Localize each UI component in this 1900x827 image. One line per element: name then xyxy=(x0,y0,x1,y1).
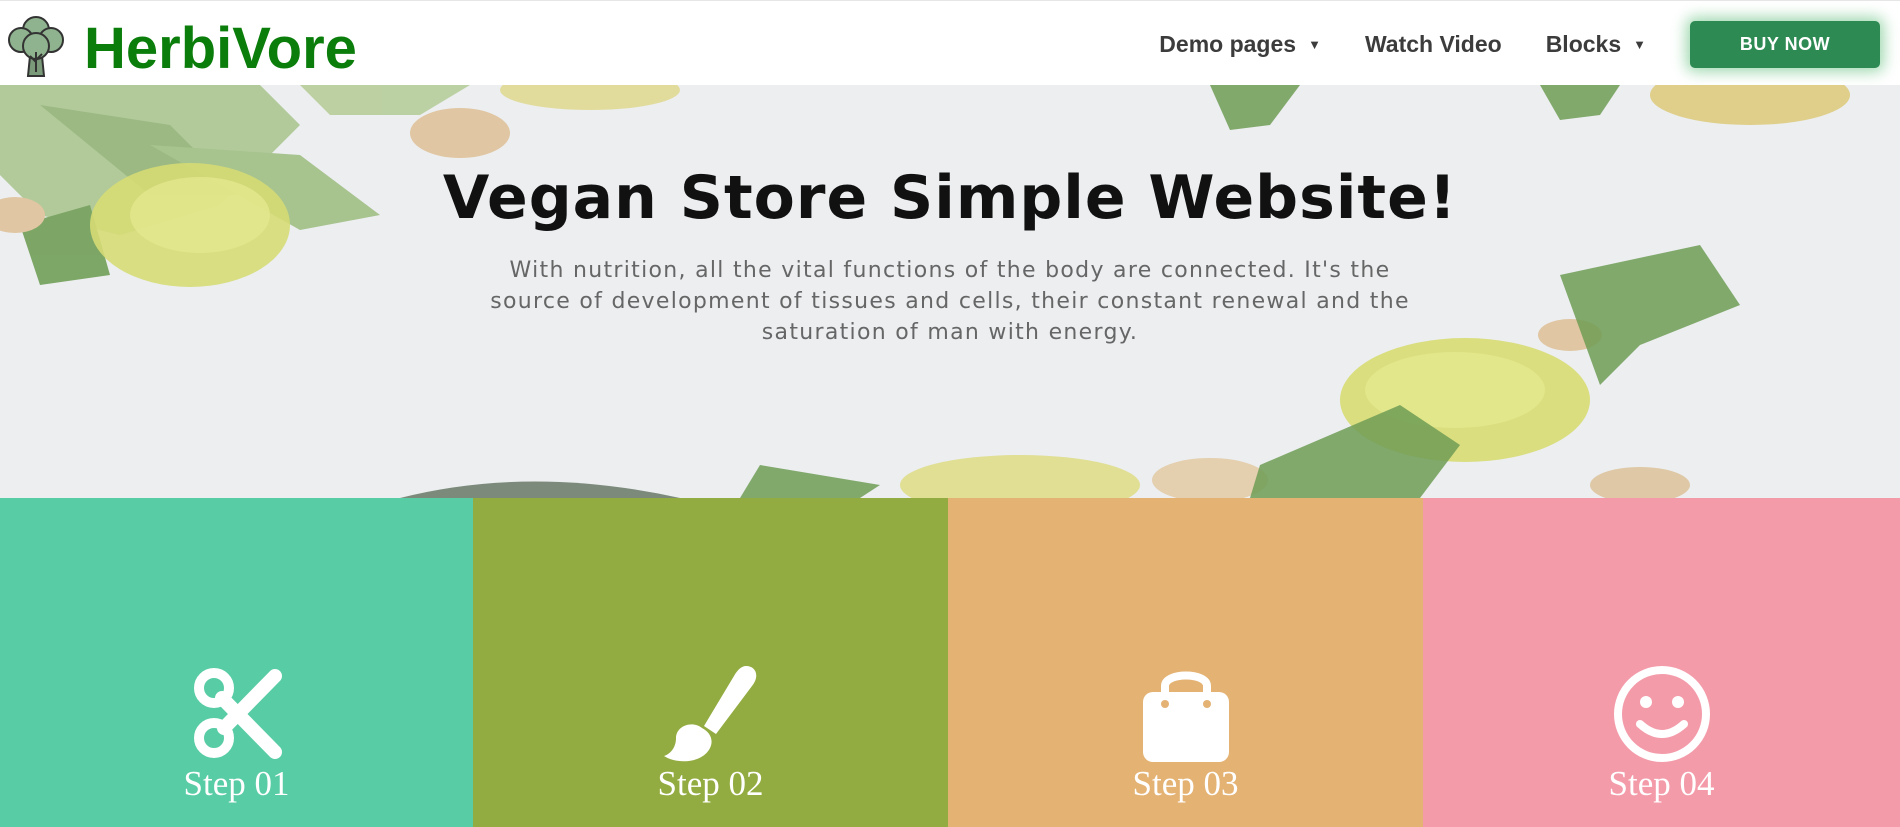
main-nav: Demo pages ▼ Watch Video Blocks ▼ BUY NO… xyxy=(1159,21,1880,68)
caret-down-icon: ▼ xyxy=(1308,37,1321,52)
steps-section: Step 01 Step 02 Step 03 Step 04 xyxy=(0,498,1900,827)
step-02-label: Step 02 xyxy=(657,764,764,803)
hero-section: Vegan Store Simple Website! With nutriti… xyxy=(0,85,1900,498)
paintbrush-icon xyxy=(663,666,756,762)
step-03-label: Step 03 xyxy=(1132,764,1239,803)
brand-logo[interactable]: HerbiVore xyxy=(4,9,357,82)
hero-title: Vegan Store Simple Website! xyxy=(442,163,1458,233)
nav-demo-pages-label: Demo pages xyxy=(1159,31,1297,57)
nav-demo-pages[interactable]: Demo pages ▼ xyxy=(1159,31,1321,58)
hero-subtitle: With nutrition, all the vital functions … xyxy=(490,258,1410,345)
nav-watch-video-label: Watch Video xyxy=(1364,31,1502,57)
smiley-icon xyxy=(1613,666,1710,762)
nav-watch-video[interactable]: Watch Video xyxy=(1365,31,1502,58)
step-04-label: Step 04 xyxy=(1608,764,1715,803)
step-02-card[interactable]: Step 02 xyxy=(473,498,948,827)
step-01-card[interactable]: Step 01 xyxy=(0,498,473,827)
step-03-card[interactable]: Step 03 xyxy=(948,498,1423,827)
caret-down-icon: ▼ xyxy=(1633,37,1646,52)
brand-name: HerbiVore xyxy=(84,16,357,81)
shopping-bag-icon xyxy=(1142,671,1229,762)
step-04-card[interactable]: Step 04 xyxy=(1423,498,1900,827)
scissors-icon xyxy=(193,668,282,759)
site-header: HerbiVore Demo pages ▼ Watch Video Block… xyxy=(0,0,1900,85)
step-01-label: Step 01 xyxy=(183,764,290,803)
buy-now-button[interactable]: BUY NOW xyxy=(1690,21,1880,68)
nav-blocks-label: Blocks xyxy=(1545,31,1622,57)
broccoli-icon xyxy=(8,15,64,77)
nav-blocks[interactable]: Blocks ▼ xyxy=(1546,31,1646,58)
